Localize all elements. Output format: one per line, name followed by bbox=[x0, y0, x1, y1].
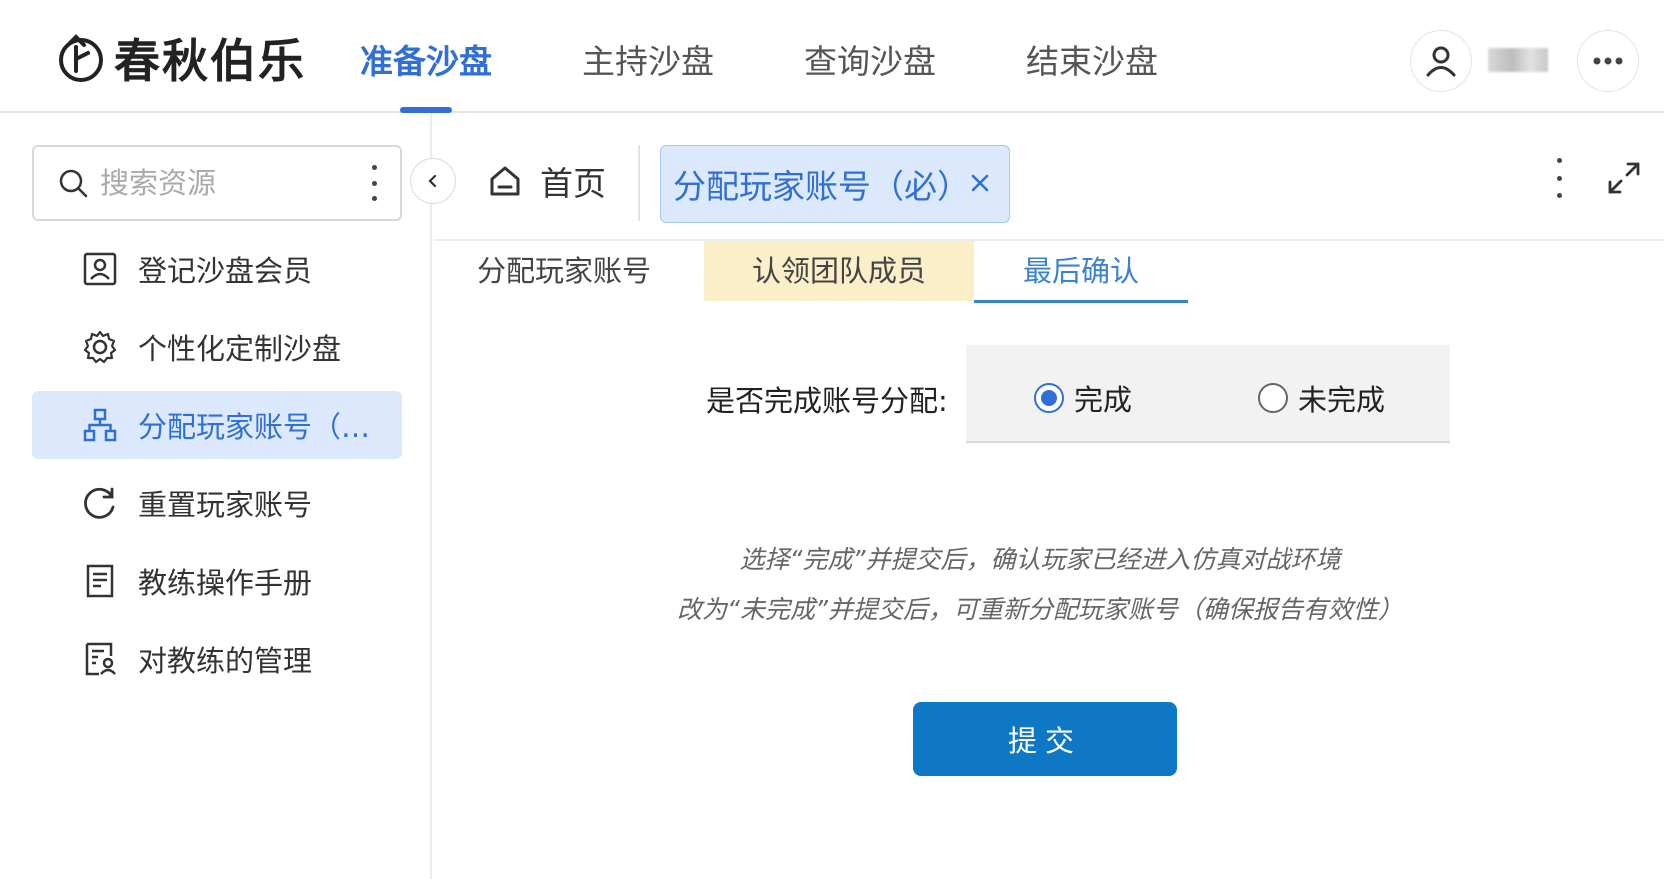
top-header: 春秋伯乐 准备沙盘 主持沙盘 查询沙盘 结束沙盘 ■■ bbox=[0, 0, 1664, 113]
nav-label: 准备沙盘 bbox=[360, 42, 492, 81]
tab-assign-accounts[interactable]: 分配玩家账号（必） bbox=[660, 145, 1010, 223]
home-icon bbox=[490, 166, 520, 196]
close-icon[interactable] bbox=[965, 168, 995, 198]
radio-incomplete[interactable]: 未完成 bbox=[1258, 377, 1385, 419]
tab-options-button[interactable] bbox=[1554, 158, 1564, 198]
more-menu-button[interactable] bbox=[1577, 30, 1639, 92]
sidebar-item-assign-accounts[interactable]: 分配玩家账号（必选） bbox=[32, 391, 402, 459]
user-document-icon bbox=[80, 639, 120, 679]
main-nav: 准备沙盘 主持沙盘 查询沙盘 结束沙盘 bbox=[360, 0, 1248, 113]
tab-separator bbox=[638, 145, 640, 221]
tab-home[interactable]: 首页 bbox=[488, 145, 606, 217]
step-claim-members[interactable]: 认领团队成员 bbox=[704, 241, 974, 301]
hint-incomplete: 改为“未完成”并提交后，可重新分配玩家账号（确保报告有效性） bbox=[677, 595, 1403, 624]
document-icon bbox=[80, 561, 120, 601]
radio-complete[interactable]: 完成 bbox=[1034, 377, 1132, 419]
kebab-dot bbox=[1556, 158, 1562, 163]
horse-logo-icon bbox=[59, 34, 103, 82]
sidebar-item-label: 分配玩家账号（必选） bbox=[138, 410, 398, 444]
sidebar-item-register-members[interactable]: 登记沙盘会员 bbox=[32, 235, 402, 303]
kebab-dot bbox=[371, 196, 377, 201]
radio-label: 未完成 bbox=[1298, 383, 1386, 417]
sidebar-item-label: 登记沙盘会员 bbox=[138, 254, 313, 288]
submit-button[interactable]: 提交 bbox=[913, 702, 1177, 776]
more-horizontal-icon bbox=[1593, 57, 1623, 65]
kebab-dot bbox=[1556, 193, 1562, 198]
page-tabbar: 首页 分配玩家账号（必） bbox=[434, 113, 1664, 241]
radio-unchecked-icon bbox=[1258, 383, 1288, 413]
kebab-dot bbox=[1556, 175, 1562, 181]
completion-radio-group: 完成 未完成 bbox=[966, 345, 1450, 443]
sidebar-collapse-button[interactable] bbox=[410, 158, 456, 204]
nav-host-sandbox[interactable]: 主持沙盘 bbox=[582, 0, 714, 113]
org-chart-icon bbox=[80, 405, 120, 445]
nav-label: 结束沙盘 bbox=[1026, 42, 1158, 81]
sidebar-menu: 登记沙盘会员 个性化定制沙盘 分配玩家账号（必选） 重置玩家账号 教练操作手册 bbox=[32, 235, 402, 703]
nav-query-sandbox[interactable]: 查询沙盘 bbox=[804, 0, 936, 113]
id-card-icon bbox=[80, 249, 120, 289]
search-input[interactable] bbox=[100, 166, 350, 200]
sidebar-item-reset-accounts[interactable]: 重置玩家账号 bbox=[32, 469, 402, 537]
logo-text: 春秋伯乐 bbox=[114, 34, 306, 88]
sidebar-item-coach-management[interactable]: 对教练的管理 bbox=[32, 625, 402, 693]
nav-prepare-sandbox[interactable]: 准备沙盘 bbox=[360, 0, 492, 113]
tab-home-label: 首页 bbox=[540, 164, 606, 203]
logo[interactable]: 春秋伯乐 bbox=[54, 30, 306, 88]
user-icon bbox=[1426, 46, 1456, 77]
step-final-confirm[interactable]: 最后确认 bbox=[974, 241, 1188, 303]
nav-label: 主持沙盘 bbox=[582, 42, 714, 81]
sidebar-item-label: 个性化定制沙盘 bbox=[138, 332, 342, 366]
sidebar-item-label: 重置玩家账号 bbox=[138, 488, 313, 522]
nav-end-sandbox[interactable]: 结束沙盘 bbox=[1026, 0, 1158, 113]
sidebar-item-label: 教练操作手册 bbox=[138, 566, 313, 600]
radio-label: 完成 bbox=[1074, 383, 1133, 417]
fullscreen-icon[interactable] bbox=[1604, 158, 1644, 198]
user-name[interactable]: ■■ bbox=[1488, 48, 1548, 72]
hint-complete: 选择“完成”并提交后，确认玩家已经进入仿真对战环境 bbox=[739, 545, 1341, 574]
sidebar: 登记沙盘会员 个性化定制沙盘 分配玩家账号（必选） 重置玩家账号 教练操作手册 bbox=[0, 113, 432, 879]
search-options-button[interactable] bbox=[366, 165, 382, 201]
sidebar-item-customize-sandbox[interactable]: 个性化定制沙盘 bbox=[32, 313, 402, 381]
sidebar-item-label: 对教练的管理 bbox=[138, 644, 313, 678]
gear-icon bbox=[80, 327, 120, 367]
search-box bbox=[32, 145, 402, 221]
kebab-dot bbox=[371, 165, 377, 170]
user-avatar-button[interactable] bbox=[1410, 30, 1472, 92]
radio-checked-icon bbox=[1034, 383, 1064, 413]
search-icon bbox=[59, 169, 88, 198]
kebab-dot bbox=[371, 180, 377, 186]
step-assign-accounts[interactable]: 分配玩家账号 bbox=[464, 241, 664, 301]
chevron-left-icon bbox=[428, 174, 437, 188]
tab-label: 分配玩家账号（必） bbox=[673, 167, 970, 206]
completion-question-label: 是否完成账号分配: bbox=[706, 384, 948, 418]
nav-label: 查询沙盘 bbox=[804, 42, 936, 81]
sidebar-item-coach-manual[interactable]: 教练操作手册 bbox=[32, 547, 402, 615]
refresh-icon bbox=[80, 483, 120, 523]
